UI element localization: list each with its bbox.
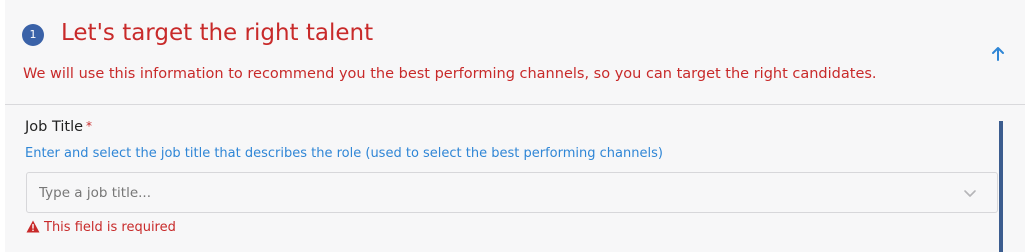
step-number-badge: 1 [22,24,44,46]
required-marker: * [86,119,93,133]
collapse-section-button[interactable] [988,44,1008,64]
job-title-helper-text: Enter and select the job title that desc… [25,146,663,161]
error-message: This field is required [44,220,176,235]
section-header: 1 Let's target the right talent We will … [5,0,1025,105]
job-title-label-text: Job Title [25,119,84,135]
active-field-indicator [999,121,1003,252]
chevron-down-icon[interactable] [962,185,978,201]
section-title: Let's target the right talent [61,20,374,46]
target-talent-panel: 1 Let's target the right talent We will … [5,0,1025,252]
arrow-up-icon [992,47,1004,61]
job-title-error: This field is required [26,220,176,235]
section-subtitle: We will use this information to recommen… [23,66,877,82]
job-title-label: Job Title * [25,119,92,135]
job-title-select[interactable] [26,172,998,213]
job-title-field-group: Job Title * Enter and select the job titl… [5,105,1025,252]
job-title-input[interactable] [27,173,939,212]
warning-icon [26,220,40,233]
